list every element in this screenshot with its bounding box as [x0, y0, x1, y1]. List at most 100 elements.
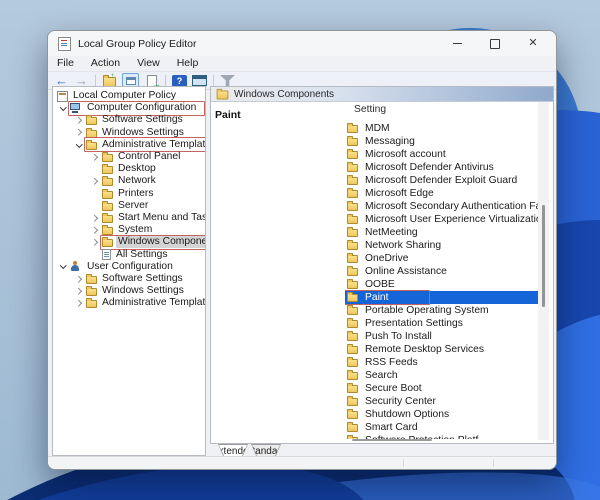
- list-item-label: Smart Card: [365, 422, 418, 433]
- chevron-collapsed-icon[interactable]: [73, 127, 86, 139]
- chevron-collapsed-icon[interactable]: [73, 273, 86, 285]
- status-bar: [48, 456, 556, 469]
- console-icon: [57, 91, 68, 102]
- menu-action[interactable]: Action: [91, 57, 120, 69]
- tree-item-software-settings[interactable]: Software Settings: [53, 114, 205, 126]
- list-item-presentation-settings[interactable]: Presentation Settings: [345, 317, 539, 330]
- tree-item-windows-settings[interactable]: Windows Settings: [53, 127, 205, 139]
- list-item-microsoft-secondary-authentication-factor[interactable]: Microsoft Secondary Authentication Facto…: [345, 200, 539, 213]
- chevron-collapsed-icon[interactable]: [89, 175, 102, 187]
- settings-icon: [102, 249, 111, 260]
- tree-node: Administrative Templates: [86, 139, 206, 151]
- tree-item-control-panel[interactable]: Control Panel: [53, 151, 205, 163]
- chevron-expanded-icon[interactable]: [57, 261, 70, 273]
- list-item-microsoft-user-experience-virtualization[interactable]: Microsoft User Experience Virtualization: [345, 213, 539, 226]
- filter-icon[interactable]: [220, 75, 235, 86]
- maximize-button[interactable]: [488, 37, 502, 51]
- folder-icon: [217, 91, 229, 100]
- chevron-collapsed-icon[interactable]: [73, 285, 86, 297]
- folder-icon: [347, 320, 358, 328]
- tree-item-start-menu-and-taskbar[interactable]: Start Menu and Taskbar: [53, 212, 205, 224]
- folder-icon: [347, 255, 358, 263]
- setting-column-header[interactable]: Setting: [345, 103, 539, 116]
- close-button[interactable]: ✕: [526, 37, 540, 51]
- menu-help[interactable]: Help: [177, 57, 199, 69]
- list-item-label: Network Sharing: [365, 240, 441, 251]
- console-tree-pane: Local Computer PolicyComputer Configurat…: [52, 86, 206, 456]
- vertical-scrollbar[interactable]: [538, 102, 549, 440]
- chevron-expanded-icon[interactable]: [57, 102, 70, 114]
- list-item-microsoft-account[interactable]: Microsoft account: [345, 148, 539, 161]
- tree-item-printers[interactable]: Printers: [53, 188, 205, 200]
- chevron-collapsed-icon[interactable]: [73, 297, 86, 309]
- tree-item-network[interactable]: Network: [53, 175, 205, 187]
- vertical-scrollbar-thumb[interactable]: [542, 205, 545, 307]
- list-item-label: Online Assistance: [365, 266, 447, 277]
- list-item-security-center[interactable]: Security Center: [345, 395, 539, 408]
- list-item-microsoft-defender-antivirus[interactable]: Microsoft Defender Antivirus: [345, 161, 539, 174]
- list-item-shutdown-options[interactable]: Shutdown Options: [345, 408, 539, 421]
- list-item-rss-feeds[interactable]: RSS Feeds: [345, 356, 539, 369]
- tree-item-windows-settings[interactable]: Windows Settings: [53, 285, 205, 297]
- list-item-label: MDM: [365, 123, 390, 134]
- list-item-onedrive[interactable]: OneDrive: [345, 252, 539, 265]
- tree-item-computer-configuration[interactable]: Computer Configuration: [53, 102, 205, 114]
- list-item-paint[interactable]: Paint: [345, 291, 539, 304]
- tree-node: Windows Components: [102, 236, 206, 248]
- list-item-mdm[interactable]: MDM: [345, 122, 539, 135]
- folder-icon: [102, 227, 113, 235]
- list-item-oobe[interactable]: OOBE: [345, 278, 539, 291]
- list-item-remote-desktop-services[interactable]: Remote Desktop Services: [345, 343, 539, 356]
- menu-file[interactable]: File: [57, 57, 74, 69]
- menu-view[interactable]: View: [137, 57, 160, 69]
- minimize-button[interactable]: [450, 37, 464, 51]
- show-action-pane-icon[interactable]: [192, 75, 207, 86]
- tree-item-administrative-templates[interactable]: Administrative Templates: [53, 297, 205, 309]
- tree-item-desktop[interactable]: Desktop: [53, 163, 205, 175]
- list-item-smart-card[interactable]: Smart Card: [345, 421, 539, 434]
- tree-item-software-settings[interactable]: Software Settings: [53, 273, 205, 285]
- help-icon[interactable]: ?: [172, 75, 187, 87]
- tree-item-administrative-templates[interactable]: Administrative Templates: [53, 139, 205, 151]
- list-item-microsoft-edge[interactable]: Microsoft Edge: [345, 187, 539, 200]
- tree-node: Desktop: [102, 163, 160, 175]
- list-item-push-to-install[interactable]: Push To Install: [345, 330, 539, 343]
- chevron-collapsed-icon[interactable]: [89, 151, 102, 163]
- chevron-collapsed-icon[interactable]: [89, 212, 102, 224]
- tree-item-system[interactable]: System: [53, 224, 205, 236]
- chevron-spacer: [89, 200, 102, 212]
- folder-icon: [102, 178, 113, 186]
- list-item-secure-boot[interactable]: Secure Boot: [345, 382, 539, 395]
- tree-item-windows-components[interactable]: Windows Components: [53, 236, 205, 248]
- tree-item-server[interactable]: Server: [53, 200, 205, 212]
- list-item-label: Messaging: [365, 136, 415, 147]
- list-item-network-sharing[interactable]: Network Sharing: [345, 239, 539, 252]
- folder-icon: [347, 177, 358, 185]
- settings-list: MDMMessagingMicrosoft accountMicrosoft D…: [345, 122, 539, 439]
- window-title: Local Group Policy Editor: [78, 38, 196, 50]
- list-item-netmeeting[interactable]: NetMeeting: [345, 226, 539, 239]
- folder-icon: [347, 164, 358, 172]
- list-item-portable-operating-system[interactable]: Portable Operating System: [345, 304, 539, 317]
- tree-item-user-configuration[interactable]: User Configuration: [53, 261, 205, 273]
- list-item-label: Microsoft Defender Exploit Guard: [365, 175, 517, 186]
- tree-item-local-computer-policy[interactable]: Local Computer Policy: [53, 90, 205, 102]
- chevron-collapsed-icon[interactable]: [73, 114, 86, 126]
- chevron-expanded-icon[interactable]: [73, 139, 86, 151]
- title-bar[interactable]: Local Group Policy Editor ✕: [48, 31, 556, 56]
- chevron-collapsed-icon[interactable]: [89, 236, 102, 248]
- tree-item-label: Server: [116, 200, 150, 212]
- folder-icon: [347, 203, 358, 211]
- list-item-online-assistance[interactable]: Online Assistance: [345, 265, 539, 278]
- tree-item-all-settings[interactable]: All Settings: [53, 248, 205, 260]
- list-item-label: OneDrive: [365, 253, 409, 264]
- folder-icon: [102, 191, 113, 199]
- chevron-collapsed-icon[interactable]: [89, 224, 102, 236]
- list-item-microsoft-defender-exploit-guard[interactable]: Microsoft Defender Exploit Guard: [345, 174, 539, 187]
- folder-icon: [102, 239, 113, 247]
- tree-item-label: Windows Settings: [100, 285, 186, 297]
- horizontal-scrollbar[interactable]: [352, 439, 432, 441]
- list-item-label: Push To Install: [365, 331, 432, 342]
- list-item-search[interactable]: Search: [345, 369, 539, 382]
- list-item-messaging[interactable]: Messaging: [345, 135, 539, 148]
